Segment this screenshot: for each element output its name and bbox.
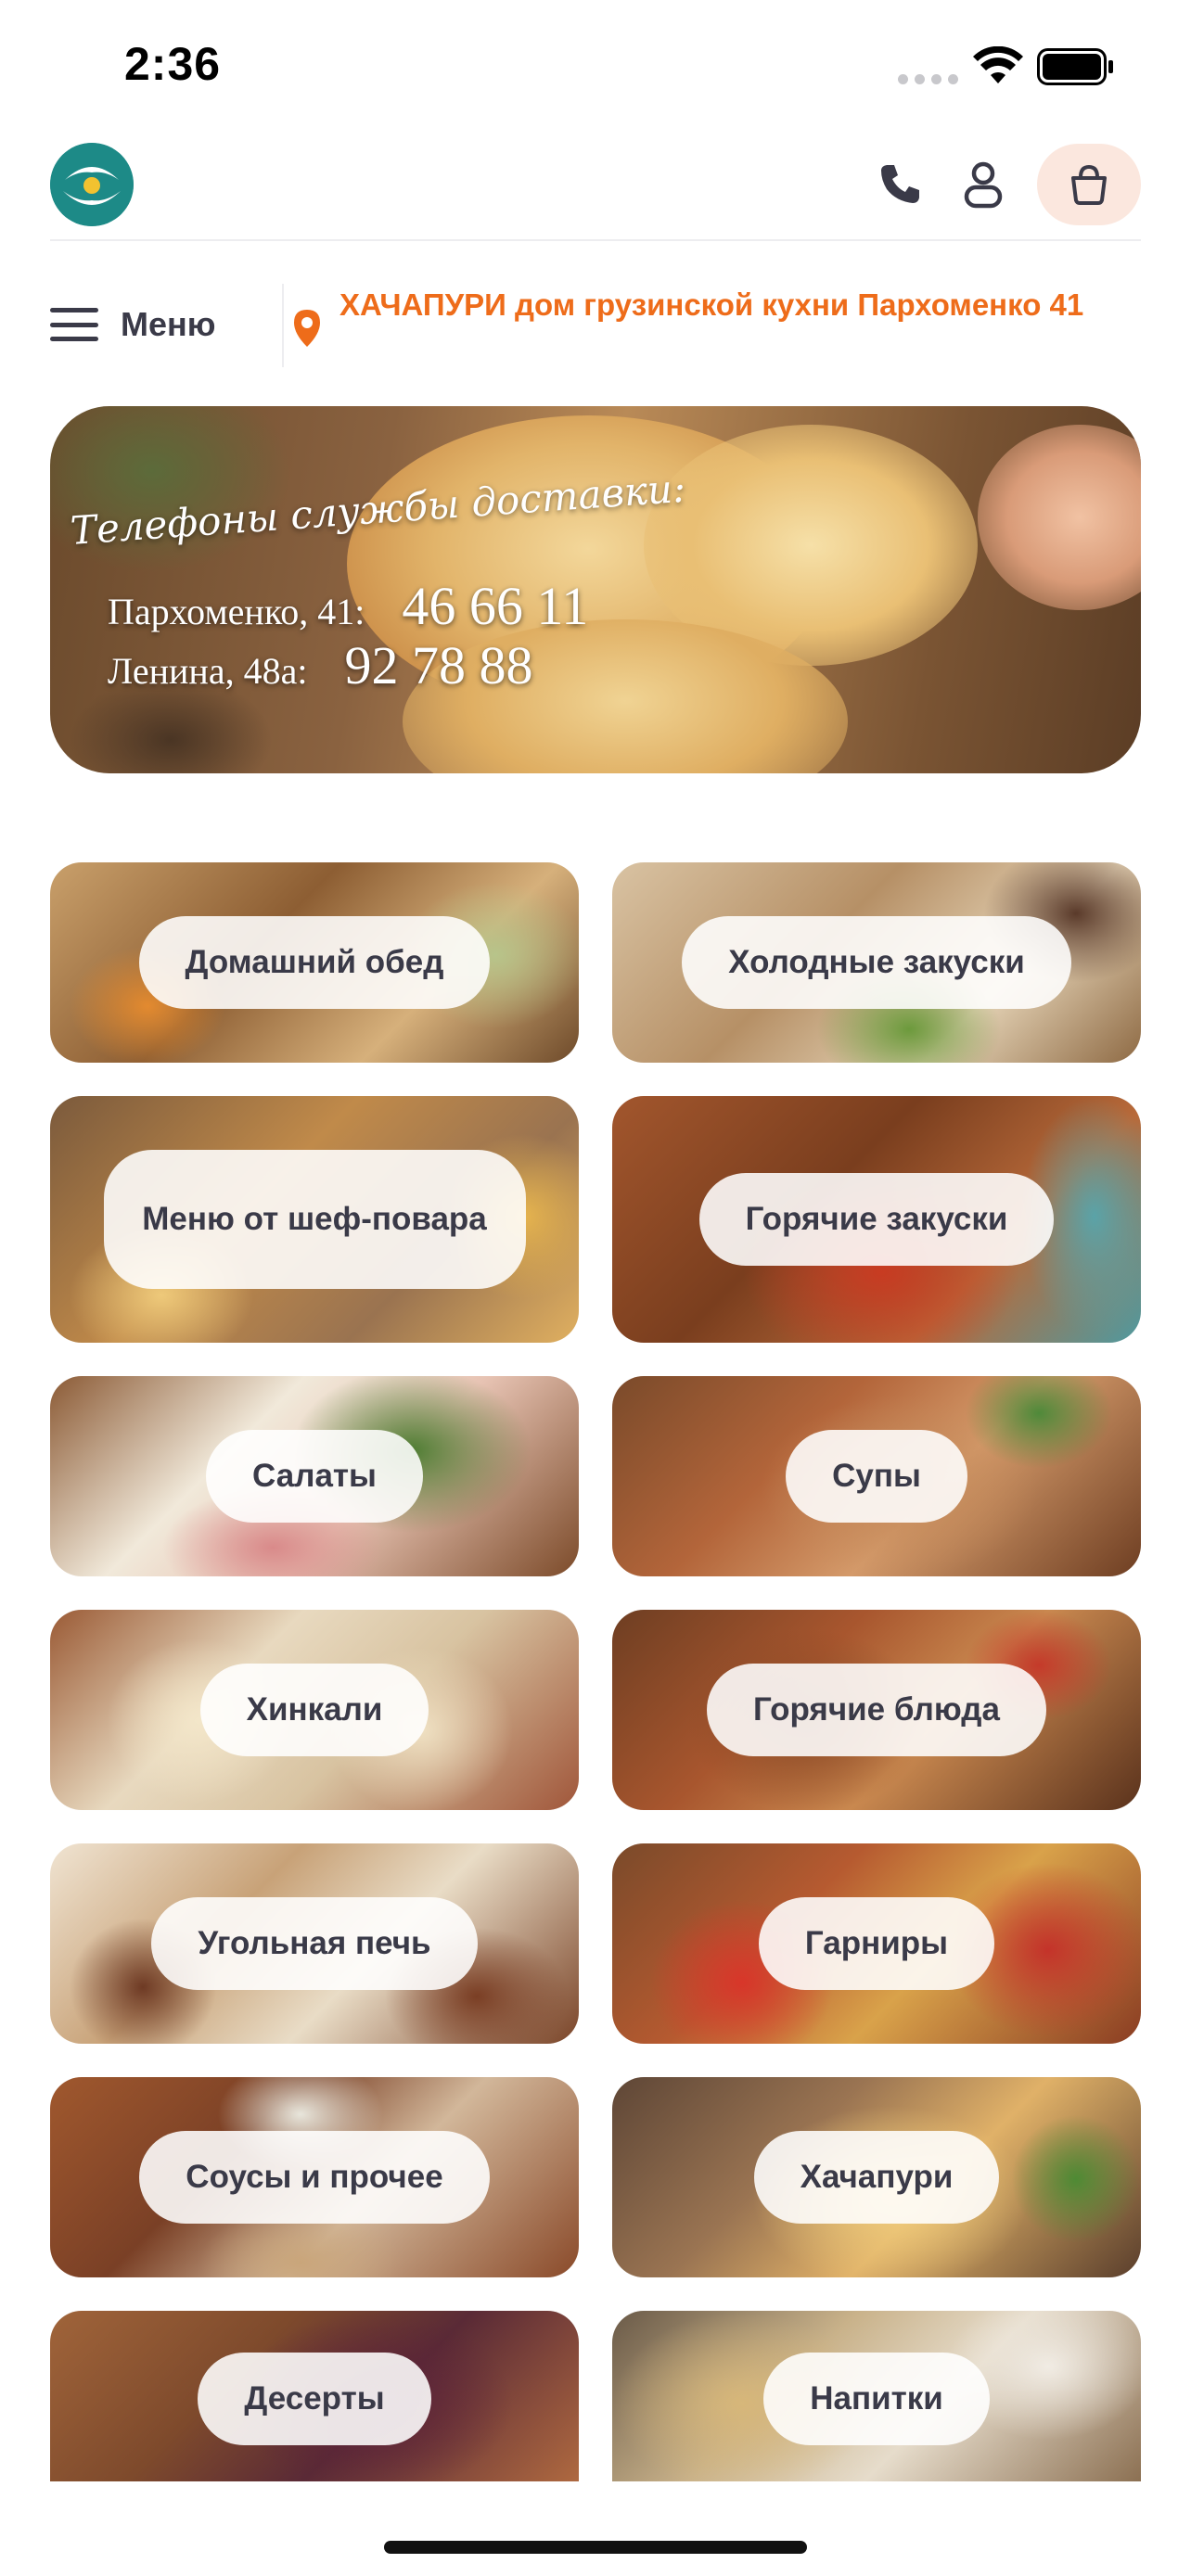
category-label: Гарниры (758, 1897, 995, 1990)
hands-logo-icon[interactable] (50, 143, 134, 226)
category-card[interactable]: Меню от шеф-повара (50, 1096, 579, 1343)
category-card[interactable]: Хинкали (50, 1610, 579, 1810)
category-label: Супы (786, 1430, 967, 1523)
restaurant-location-selector[interactable]: ХАЧАПУРИ дом грузинской кухни Пархоменко… (288, 286, 1150, 349)
bottom-safe-area (0, 2481, 1191, 2576)
hamburger-icon (50, 308, 98, 341)
menu-button[interactable]: Меню (50, 297, 216, 352)
category-label: Хинкали (199, 1664, 429, 1756)
category-label: Меню от шеф-повара (103, 1150, 526, 1289)
nav-divider (282, 284, 284, 367)
category-label: Салаты (206, 1430, 423, 1523)
banner-phone-row: Пархоменко, 41: 46 66 11 (108, 575, 588, 637)
category-card[interactable]: Хачапури (612, 2077, 1141, 2277)
banner-phone-number: 46 66 11 (402, 576, 589, 636)
menu-label: Меню (121, 305, 216, 343)
delivery-phones-banner[interactable]: Телефоны службы доставки: Пархоменко, 41… (50, 406, 1141, 773)
category-card[interactable]: Напитки (612, 2311, 1141, 2487)
category-card[interactable]: Домашний обед (50, 862, 579, 1063)
category-label: Домашний обед (138, 916, 491, 1009)
category-label: Горячие закуски (698, 1173, 1055, 1266)
category-label: Хачапури (753, 2131, 1000, 2224)
category-card[interactable]: Салаты (50, 1376, 579, 1576)
banner-phone-row: Ленина, 48а: 92 78 88 (108, 634, 532, 696)
category-card[interactable]: Десерты (50, 2311, 579, 2487)
wifi-icon (973, 46, 1023, 83)
category-card[interactable]: Угольная печь (50, 1843, 579, 2044)
category-card[interactable]: Гарниры (612, 1843, 1141, 2044)
category-label: Горячие блюда (707, 1664, 1046, 1756)
app-header (0, 139, 1191, 241)
category-label: Угольная печь (151, 1897, 478, 1990)
category-label: Соусы и прочее (139, 2131, 490, 2224)
category-card[interactable]: Горячие блюда (612, 1610, 1141, 1810)
header-divider (50, 239, 1141, 241)
battery-icon (1037, 48, 1113, 85)
cart-button[interactable] (1037, 144, 1141, 225)
category-card[interactable]: Соусы и прочее (50, 2077, 579, 2277)
status-bar: 2:36 (0, 0, 1191, 139)
category-label: Холодные закуски (682, 916, 1071, 1009)
user-icon[interactable] (955, 156, 1011, 211)
status-time: 2:36 (124, 38, 222, 90)
location-pin-icon (294, 310, 320, 347)
cart-bag-icon (1071, 164, 1107, 205)
home-indicator[interactable] (384, 2541, 807, 2554)
phone-icon[interactable] (872, 156, 928, 211)
banner-branch-label: Ленина, 48а: (108, 650, 308, 692)
banner-branch-label: Пархоменко, 41: (108, 591, 365, 632)
category-label: Напитки (763, 2353, 990, 2445)
category-label: Десерты (198, 2353, 431, 2445)
cellular-signal-icon (898, 74, 958, 84)
location-name: ХАЧАПУРИ дом грузинской кухни Пархоменко… (339, 287, 1084, 322)
category-card[interactable]: Холодные закуски (612, 862, 1141, 1063)
category-card[interactable]: Горячие закуски (612, 1096, 1141, 1343)
category-card[interactable]: Супы (612, 1376, 1141, 1576)
banner-phone-number: 92 78 88 (344, 635, 533, 695)
